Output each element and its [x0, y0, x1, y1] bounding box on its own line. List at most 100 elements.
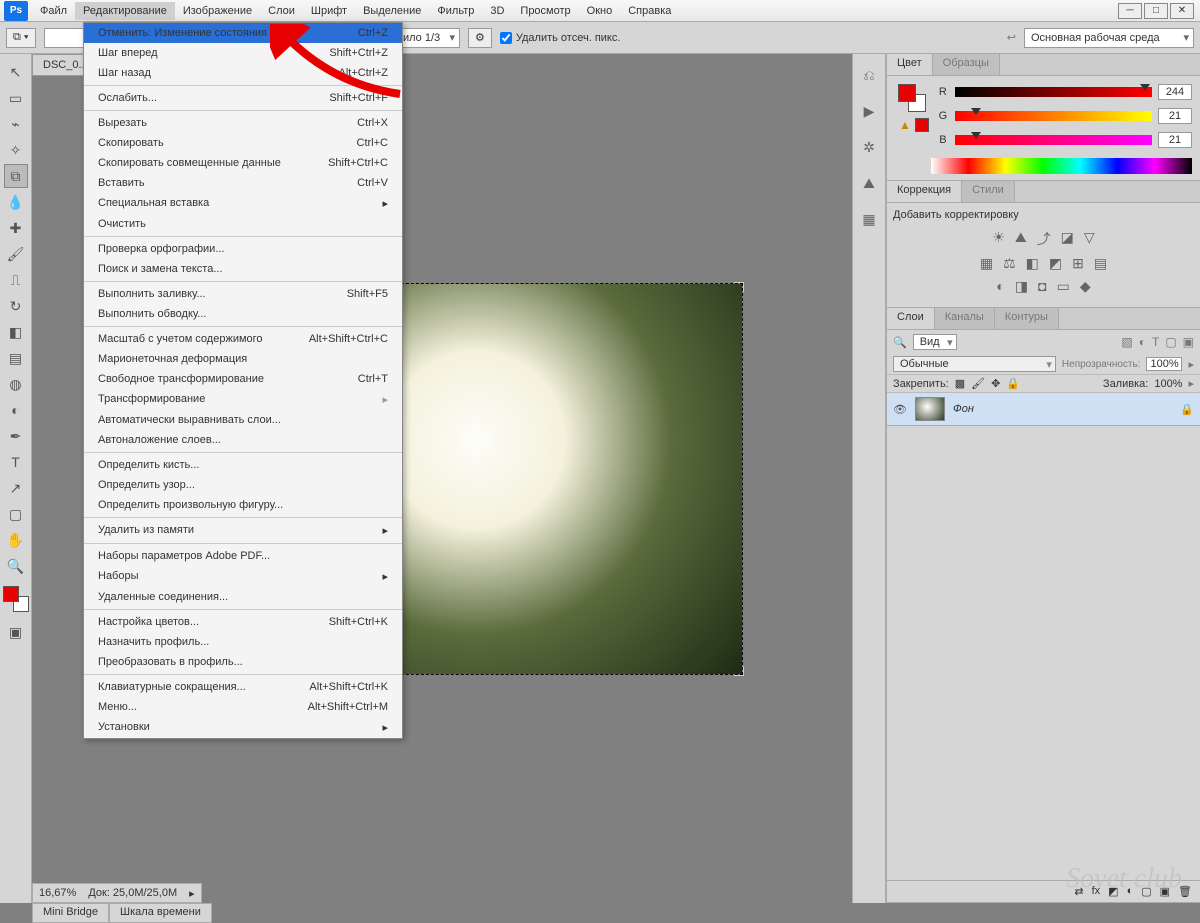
canvas-image[interactable]	[362, 284, 742, 674]
path-tool[interactable]: ↗	[4, 476, 28, 500]
levels-icon[interactable]: ⛰	[1015, 229, 1027, 249]
menu-item[interactable]: Меню...Alt+Shift+Ctrl+M	[84, 697, 402, 717]
filter-pixel-icon[interactable]: ▧	[1121, 335, 1132, 349]
quickmask-tool[interactable]: ▣	[4, 620, 28, 644]
fill-value[interactable]: 100%	[1154, 378, 1182, 390]
menu-item[interactable]: Шаг впередShift+Ctrl+Z	[84, 43, 402, 63]
menu-справка[interactable]: Справка	[620, 2, 679, 20]
layer-row[interactable]: 👁 Фон 🔒	[887, 393, 1200, 426]
tab-layers[interactable]: Слои	[887, 308, 935, 329]
balance-icon[interactable]: ⚖	[1003, 255, 1016, 272]
menu-item[interactable]: Установки▸	[84, 717, 402, 738]
menu-файл[interactable]: Файл	[32, 2, 75, 20]
crop-tool[interactable]: ⧉	[4, 164, 28, 188]
lock-trans-icon[interactable]: ▩	[955, 377, 965, 390]
gradient-tool[interactable]: ▤	[4, 346, 28, 370]
menu-3d[interactable]: 3D	[482, 2, 512, 20]
menu-item[interactable]: Удалить из памяти▸	[84, 520, 402, 541]
move-tool[interactable]: ↖	[4, 60, 28, 84]
menu-item[interactable]: ВставитьCtrl+V	[84, 173, 402, 193]
hand-tool[interactable]: ✋	[4, 528, 28, 552]
channel-mixer-icon[interactable]: ⊞	[1072, 255, 1084, 272]
exposure-icon[interactable]: ◪	[1061, 229, 1074, 249]
properties-panel-icon[interactable]: ✲	[858, 136, 880, 158]
maximize-button[interactable]: □	[1144, 3, 1168, 19]
wand-tool[interactable]: ✧	[4, 138, 28, 162]
opacity-value[interactable]: 100%	[1146, 357, 1182, 371]
menu-окно[interactable]: Окно	[579, 2, 621, 20]
tab-color[interactable]: Цвет	[887, 54, 933, 75]
brightness-icon[interactable]: ☀	[992, 229, 1005, 249]
settings-gear-icon[interactable]: ⚙	[468, 28, 492, 48]
tab-paths[interactable]: Контуры	[995, 308, 1059, 329]
shape-tool[interactable]: ▢	[4, 502, 28, 526]
type-tool[interactable]: T	[4, 450, 28, 474]
stamp-tool[interactable]: ⎍	[4, 268, 28, 292]
history-panel-icon[interactable]: ⎌	[858, 64, 880, 86]
selective-color-icon[interactable]: ◆	[1080, 278, 1091, 295]
zoom-tool[interactable]: 🔍	[4, 554, 28, 578]
histogram-panel-icon[interactable]: ⛰	[858, 172, 880, 194]
vibrance-icon[interactable]: ▽	[1084, 229, 1095, 249]
filter-shape-icon[interactable]: ▢	[1165, 335, 1176, 349]
menu-слои[interactable]: Слои	[260, 2, 303, 20]
menu-item[interactable]: Отменить: Изменение состоянияCtrl+Z	[84, 23, 402, 43]
filter-adjust-icon[interactable]: ◐	[1139, 335, 1146, 349]
tab-adjustments[interactable]: Коррекция	[887, 181, 962, 202]
brush-tool[interactable]: 🖌	[4, 242, 28, 266]
lock-paint-icon[interactable]: 🖌	[971, 377, 985, 390]
posterize-icon[interactable]: ◨	[1015, 278, 1028, 295]
actions-panel-icon[interactable]: ▶	[858, 100, 880, 122]
lasso-tool[interactable]: ⌁	[4, 112, 28, 136]
curves-icon[interactable]: ⤴	[1037, 229, 1051, 249]
menu-item[interactable]: Клавиатурные сокращения...Alt+Shift+Ctrl…	[84, 677, 402, 697]
r-slider[interactable]	[955, 87, 1152, 97]
b-slider[interactable]	[955, 135, 1152, 145]
menu-фильтр[interactable]: Фильтр	[429, 2, 482, 20]
status-arrow-icon[interactable]: ▸	[189, 887, 195, 900]
tab-mini-bridge[interactable]: Mini Bridge	[32, 903, 109, 923]
menu-item[interactable]: Шаг назадAlt+Ctrl+Z	[84, 63, 402, 83]
menu-редактирование[interactable]: Редактирование	[75, 2, 175, 20]
filter-type-icon[interactable]: T	[1152, 335, 1159, 349]
heal-tool[interactable]: ✚	[4, 216, 28, 240]
visibility-icon[interactable]: 👁	[893, 403, 907, 416]
invert-icon[interactable]: ◐	[996, 278, 1004, 295]
info-panel-icon[interactable]: ▦	[858, 208, 880, 230]
dodge-tool[interactable]: ◐	[4, 398, 28, 422]
tab-timeline[interactable]: Шкала времени	[109, 903, 212, 923]
bw-icon[interactable]: ◧	[1026, 255, 1039, 272]
zoom-level[interactable]: 16,67%	[39, 887, 76, 899]
history-icon[interactable]: ↩	[1007, 31, 1016, 44]
layer-filter-select[interactable]: Вид	[913, 334, 957, 350]
blend-mode-select[interactable]: Обычные	[893, 356, 1056, 372]
tab-swatches[interactable]: Образцы	[933, 54, 1000, 75]
lookup-icon[interactable]: ▤	[1094, 255, 1107, 272]
tab-styles[interactable]: Стили	[962, 181, 1015, 202]
lock-pos-icon[interactable]: ✥	[991, 377, 1000, 390]
eyedropper-tool[interactable]: 💧	[4, 190, 28, 214]
workspace-select[interactable]: Основная рабочая среда	[1024, 28, 1194, 48]
photo-filter-icon[interactable]: ◩	[1049, 255, 1062, 272]
menu-item[interactable]: Удаленные соединения...	[84, 587, 402, 607]
menu-item[interactable]: Настройка цветов...Shift+Ctrl+K	[84, 612, 402, 632]
menu-просмотр[interactable]: Просмотр	[512, 2, 578, 20]
r-value[interactable]: 244	[1158, 84, 1192, 100]
eraser-tool[interactable]: ◧	[4, 320, 28, 344]
panel-color-swatches[interactable]	[898, 84, 926, 112]
hue-icon[interactable]: ▦	[980, 255, 993, 272]
gradient-map-icon[interactable]: ▭	[1057, 278, 1070, 295]
history-brush-tool[interactable]: ↻	[4, 294, 28, 318]
tab-channels[interactable]: Каналы	[935, 308, 995, 329]
crop-tool-preset[interactable]: ⧉ ▾	[6, 28, 36, 48]
b-value[interactable]: 21	[1158, 132, 1192, 148]
menu-item[interactable]: Наборы параметров Adobe PDF...	[84, 546, 402, 566]
blur-tool[interactable]: ◍	[4, 372, 28, 396]
pen-tool[interactable]: ✒	[4, 424, 28, 448]
menu-шрифт[interactable]: Шрифт	[303, 2, 355, 20]
filter-smart-icon[interactable]: ▣	[1183, 335, 1194, 349]
layer-thumbnail[interactable]	[915, 397, 945, 421]
close-button[interactable]: ✕	[1170, 3, 1194, 19]
menu-item[interactable]: Преобразовать в профиль...	[84, 652, 402, 672]
threshold-icon[interactable]: ◘	[1038, 278, 1046, 295]
